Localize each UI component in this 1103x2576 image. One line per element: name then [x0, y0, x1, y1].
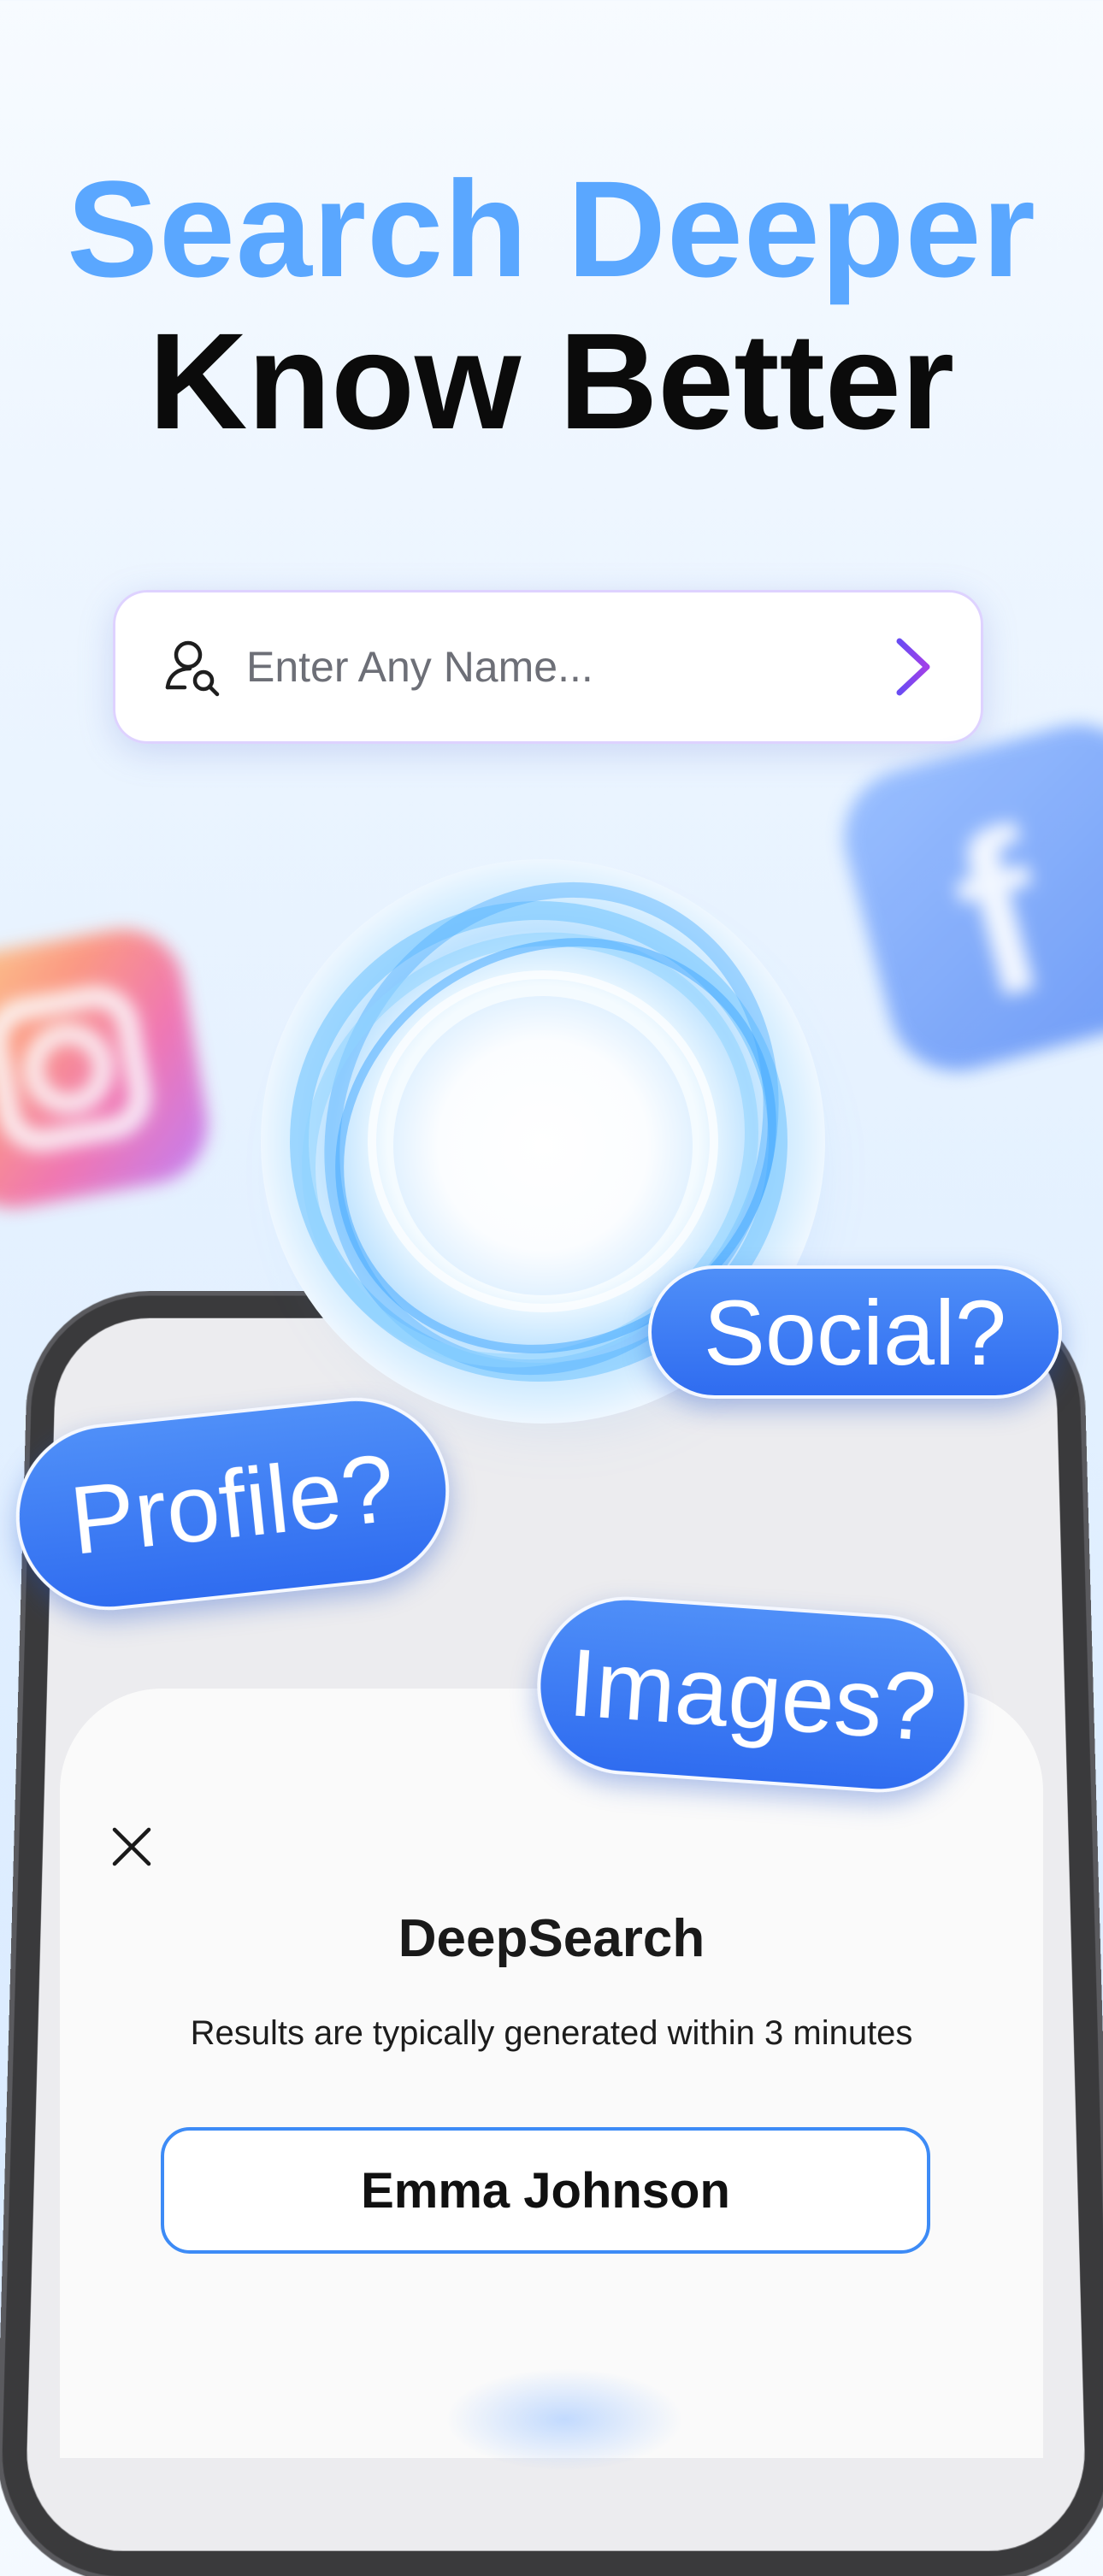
- user-search-icon: [161, 634, 226, 699]
- deepsearch-sheet: [60, 1689, 1043, 2458]
- headline-line-2: Know Better: [0, 306, 1103, 457]
- headline-line-1: Search Deeper: [0, 154, 1103, 304]
- sheet-subtitle: Results are typically generated within 3…: [0, 2014, 1103, 2053]
- facebook-icon: f: [829, 710, 1103, 1087]
- close-icon[interactable]: [108, 1823, 156, 1871]
- bottom-glow: [445, 2368, 684, 2471]
- arrow-right-icon[interactable]: [840, 633, 934, 701]
- instagram-icon: [0, 920, 217, 1217]
- sheet-title: DeepSearch: [0, 1908, 1103, 1969]
- search-input-placeholder[interactable]: Enter Any Name...: [246, 642, 593, 692]
- chip-social: Social?: [648, 1265, 1062, 1399]
- name-field[interactable]: Emma Johnson: [161, 2127, 930, 2254]
- chip-images: Images?: [531, 1591, 973, 1799]
- hero-headline: Search Deeper Know Better: [0, 154, 1103, 457]
- name-search-bar[interactable]: Enter Any Name...: [113, 590, 983, 744]
